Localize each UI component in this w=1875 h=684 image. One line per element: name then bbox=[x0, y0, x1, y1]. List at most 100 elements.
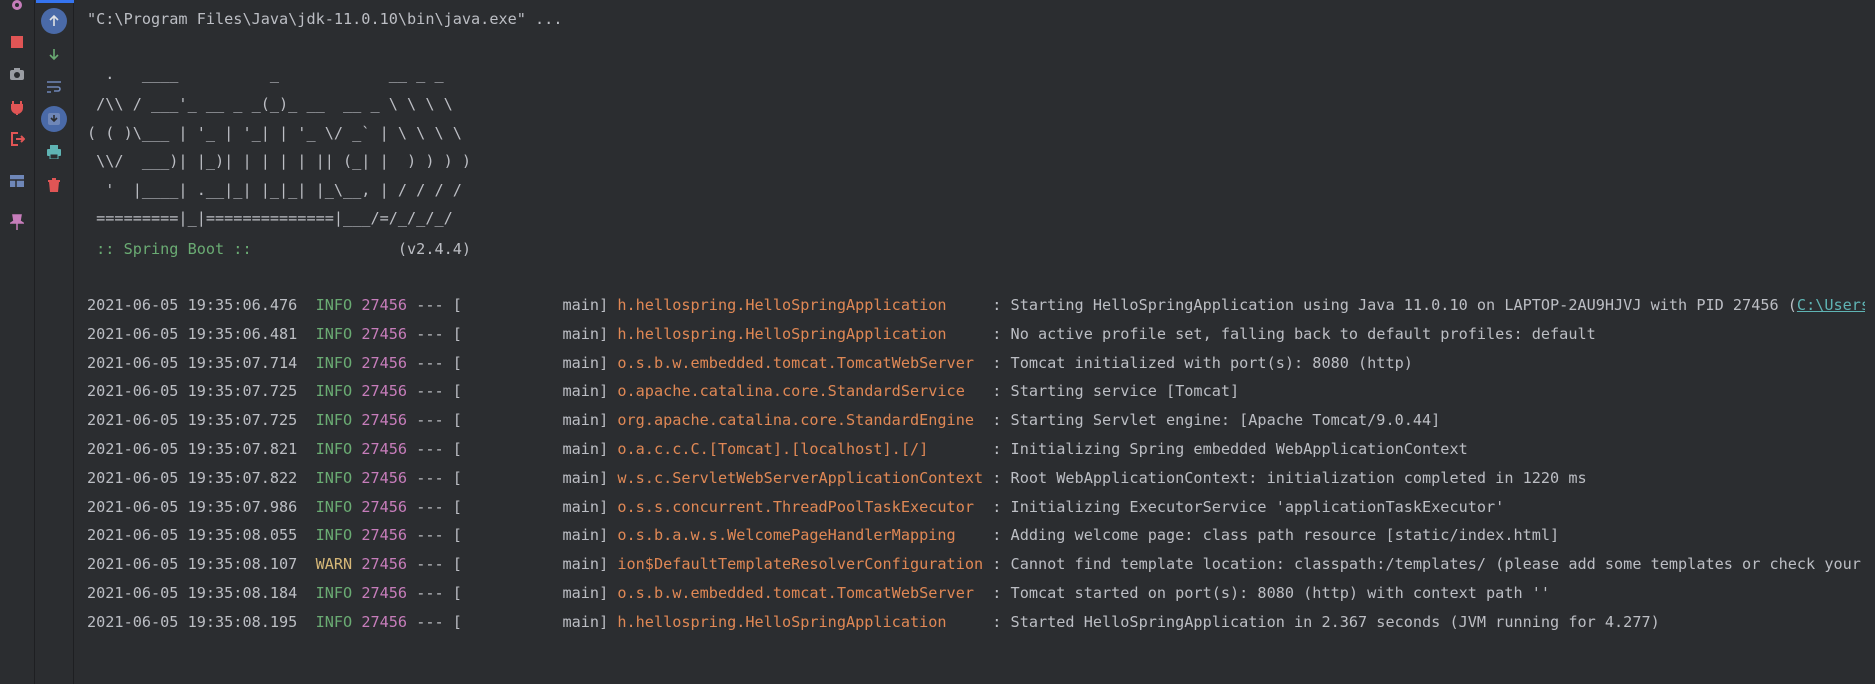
log-pid: 27456 bbox=[361, 353, 408, 372]
log-message: : Tomcat started on port(s): 8080 (http)… bbox=[983, 584, 1551, 602]
log-thread: --- [ main] bbox=[407, 440, 618, 458]
banner-line: \\/ ___)| |_)| | | | | || (_| | ) ) ) ) bbox=[87, 152, 472, 170]
log-level: INFO bbox=[315, 353, 353, 372]
log-timestamp: 2021-06-05 19:35:07.714 bbox=[87, 353, 298, 372]
log-level: INFO bbox=[315, 411, 353, 430]
soft-wrap-icon[interactable] bbox=[41, 74, 67, 100]
log-timestamp: 2021-06-05 19:35:07.725 bbox=[87, 411, 298, 430]
pin-icon[interactable] bbox=[6, 211, 28, 233]
log-link[interactable]: C:\Users\ bbox=[1797, 296, 1875, 314]
log-pid: 27456 bbox=[361, 411, 408, 430]
log-timestamp: 2021-06-05 19:35:06.476 bbox=[87, 296, 298, 314]
log-thread: --- [ main] bbox=[407, 468, 618, 487]
log-line: 2021-06-05 19:35:07.821 INFO 27456 --- [… bbox=[87, 439, 1468, 459]
log-thread: --- [ main] bbox=[407, 612, 618, 631]
log-message: : Started HelloSpringApplication in 2.36… bbox=[983, 612, 1660, 631]
scroll-up-icon[interactable] bbox=[41, 8, 67, 34]
log-timestamp: 2021-06-05 19:35:08.107 bbox=[87, 555, 298, 574]
log-level: INFO bbox=[315, 296, 353, 314]
log-logger: org.apache.catalina.core.StandardEngine bbox=[617, 411, 984, 430]
log-thread: --- [ main] bbox=[407, 497, 618, 516]
log-line: 2021-06-05 19:35:08.195 INFO 27456 --- [… bbox=[87, 612, 1660, 632]
log-logger: h.hellospring.HelloSpringApplication bbox=[617, 324, 984, 343]
camera-icon[interactable] bbox=[6, 63, 28, 85]
log-pid: 27456 bbox=[361, 382, 408, 401]
log-thread: --- [ main] bbox=[407, 411, 618, 430]
log-thread: --- [ main] bbox=[407, 382, 618, 401]
log-level: INFO bbox=[315, 526, 353, 545]
plug-icon[interactable] bbox=[6, 96, 28, 118]
log-logger: o.s.s.concurrent.ThreadPoolTaskExecutor bbox=[617, 497, 984, 516]
log-thread: --- [ main] bbox=[407, 296, 618, 314]
log-thread: --- [ main] bbox=[407, 353, 618, 372]
log-level: INFO bbox=[315, 584, 353, 602]
console-output[interactable]: "C:\Program Files\Java\jdk-11.0.10\bin\j… bbox=[74, 0, 1875, 684]
log-thread: --- [ main] bbox=[407, 555, 618, 574]
spring-boot-version-line: :: Spring Boot :: (v2.4.4) bbox=[87, 239, 471, 259]
log-level: WARN bbox=[315, 555, 353, 574]
log-logger: o.s.b.w.embedded.tomcat.TomcatWebServer bbox=[617, 353, 984, 372]
log-line: 2021-06-05 19:35:07.725 INFO 27456 --- [… bbox=[87, 381, 1239, 401]
log-timestamp: 2021-06-05 19:35:07.725 bbox=[87, 382, 298, 401]
spring-boot-label: :: Spring Boot :: bbox=[87, 240, 261, 258]
log-logger: w.s.c.ServletWebServerApplicationContext bbox=[617, 468, 984, 487]
log-thread: --- [ main] bbox=[407, 526, 618, 545]
log-timestamp: 2021-06-05 19:35:08.195 bbox=[87, 612, 298, 631]
log-thread: --- [ main] bbox=[407, 324, 618, 343]
log-logger: o.s.b.w.embedded.tomcat.TomcatWebServer bbox=[617, 584, 984, 602]
console-toolbar bbox=[35, 0, 74, 684]
log-level: INFO bbox=[315, 468, 353, 487]
log-logger: ion$DefaultTemplateResolverConfiguration bbox=[617, 555, 984, 574]
log-level: INFO bbox=[315, 440, 353, 458]
print-icon[interactable] bbox=[41, 139, 67, 165]
log-message: : No active profile set, falling back to… bbox=[983, 324, 1596, 343]
log-pid: 27456 bbox=[361, 440, 408, 458]
log-logger: o.s.b.a.w.s.WelcomePageHandlerMapping bbox=[617, 526, 984, 545]
log-line: 2021-06-05 19:35:07.986 INFO 27456 --- [… bbox=[87, 497, 1504, 517]
log-line: 2021-06-05 19:35:07.822 INFO 27456 --- [… bbox=[87, 468, 1587, 488]
layout-icon[interactable] bbox=[6, 170, 28, 192]
trash-icon[interactable] bbox=[41, 172, 67, 198]
log-timestamp: 2021-06-05 19:35:08.184 bbox=[87, 584, 298, 602]
banner-line: =========|_|==============|___/=/_/_/_/ bbox=[87, 209, 453, 227]
log-pid: 27456 bbox=[361, 526, 408, 545]
scroll-down-icon[interactable] bbox=[41, 41, 67, 67]
log-pid: 27456 bbox=[361, 497, 408, 516]
log-message: : Root WebApplicationContext: initializa… bbox=[983, 468, 1587, 487]
log-logger: h.hellospring.HelloSpringApplication bbox=[617, 296, 984, 314]
log-message: : Adding welcome page: class path resour… bbox=[983, 526, 1560, 545]
command-line: "C:\Program Files\Java\jdk-11.0.10\bin\j… bbox=[87, 10, 563, 28]
log-timestamp: 2021-06-05 19:35:07.822 bbox=[87, 468, 298, 487]
log-timestamp: 2021-06-05 19:35:07.821 bbox=[87, 440, 298, 458]
log-pid: 27456 bbox=[361, 612, 408, 631]
log-message: : Cannot find template location: classpa… bbox=[983, 555, 1875, 574]
log-line: 2021-06-05 19:35:08.184 INFO 27456 --- [… bbox=[87, 583, 1550, 603]
log-pid: 27456 bbox=[361, 324, 408, 343]
log-pid: 27456 bbox=[361, 296, 408, 314]
banner-line: ( ( )\___ | '_ | '_| | '_ \/ _` | \ \ \ … bbox=[87, 124, 462, 142]
log-level: INFO bbox=[315, 382, 353, 401]
stop-icon[interactable] bbox=[6, 31, 28, 53]
log-level: INFO bbox=[315, 612, 353, 631]
log-line: 2021-06-05 19:35:08.107 WARN 27456 --- [… bbox=[87, 554, 1875, 574]
log-timestamp: 2021-06-05 19:35:08.055 bbox=[87, 526, 298, 545]
log-logger: h.hellospring.HelloSpringApplication bbox=[617, 612, 984, 631]
scrollbar[interactable] bbox=[1865, 0, 1875, 684]
log-message: : Starting Servlet engine: [Apache Tomca… bbox=[983, 411, 1441, 430]
log-logger: o.apache.catalina.core.StandardService bbox=[617, 382, 984, 401]
log-timestamp: 2021-06-05 19:35:07.986 bbox=[87, 497, 298, 516]
log-message: : Initializing ExecutorService 'applicat… bbox=[983, 497, 1505, 516]
scroll-to-end-icon[interactable] bbox=[41, 106, 67, 132]
exit-icon[interactable] bbox=[6, 128, 28, 150]
log-thread: --- [ main] bbox=[407, 584, 618, 602]
settings-icon[interactable] bbox=[6, 0, 28, 16]
log-message: : Starting service [Tomcat] bbox=[983, 382, 1240, 401]
log-line: 2021-06-05 19:35:07.725 INFO 27456 --- [… bbox=[87, 410, 1440, 430]
log-logger: o.a.c.c.C.[Tomcat].[localhost].[/] bbox=[617, 440, 984, 458]
banner-line: ' |____| .__|_| |_|_| |_\__, | / / / / bbox=[87, 181, 462, 199]
log-line: 2021-06-05 19:35:06.476 INFO 27456 --- [… bbox=[87, 295, 1875, 315]
log-pid: 27456 bbox=[361, 468, 408, 487]
log-line: 2021-06-05 19:35:08.055 INFO 27456 --- [… bbox=[87, 525, 1559, 545]
left-toolbar bbox=[0, 0, 35, 684]
spring-boot-version: (v2.4.4) bbox=[260, 240, 472, 258]
